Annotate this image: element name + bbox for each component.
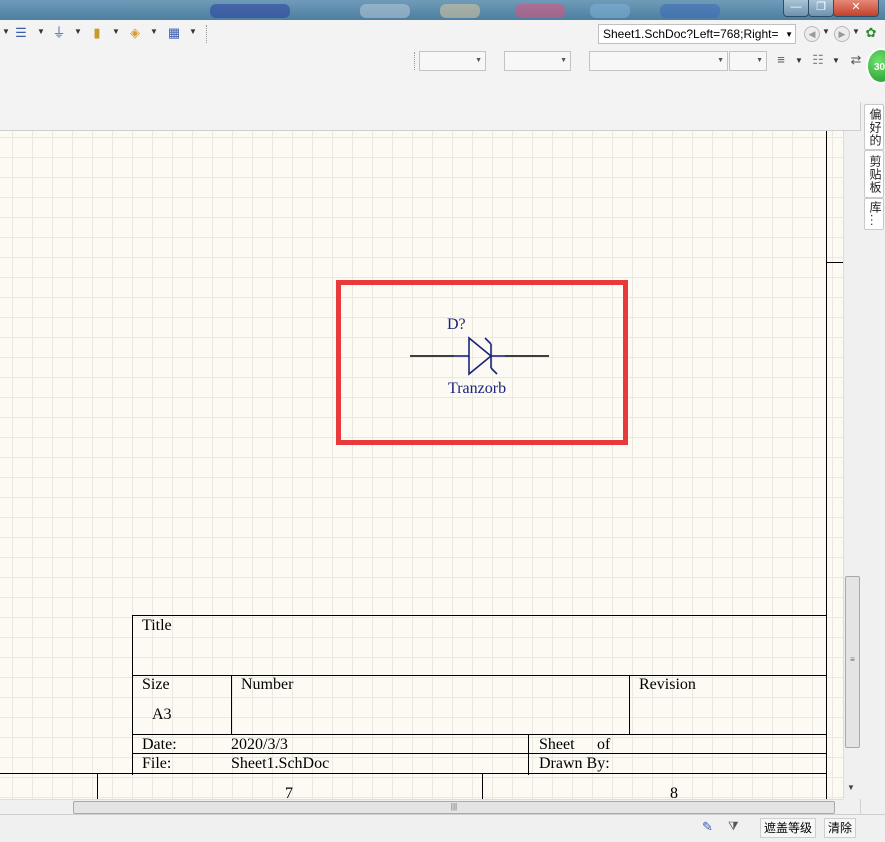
- file-value: Sheet1.SchDoc: [231, 755, 330, 772]
- revision-label: Revision: [639, 676, 696, 693]
- title-row-divider: [132, 675, 826, 676]
- scroll-down-icon[interactable]: ▼: [847, 783, 855, 792]
- chevron-down-icon: ▼: [717, 57, 724, 64]
- side-tab-libraries[interactable]: 库...: [864, 198, 884, 230]
- dropdown-caret-icon[interactable]: ▼: [832, 56, 840, 65]
- zone-divider: [97, 773, 98, 799]
- of-label: of: [597, 736, 611, 753]
- align-icon[interactable]: ≡: [774, 53, 788, 67]
- document-tab-strip: [0, 102, 860, 131]
- horizontal-scroll-thumb[interactable]: |||: [73, 801, 835, 814]
- drawn-by-label: Drawn By:: [539, 755, 610, 772]
- swap-icon[interactable]: ⇄: [849, 53, 863, 67]
- back-icon[interactable]: ◀: [804, 26, 820, 42]
- mask-level-button[interactable]: 遮盖等级: [760, 818, 817, 838]
- chevron-down-icon: ▼: [475, 57, 482, 64]
- dropdown-caret-icon[interactable]: ▼: [822, 27, 830, 36]
- clear-button[interactable]: 清除: [824, 818, 857, 838]
- dropdown-caret-icon[interactable]: ▼: [852, 27, 860, 36]
- title-label: Title: [142, 617, 172, 634]
- dropdown-caret-icon[interactable]: ▼: [112, 27, 120, 36]
- zone-label-8: 8: [670, 785, 678, 799]
- revision-col-divider: [629, 675, 630, 734]
- date-label: Date:: [142, 736, 177, 753]
- ground-port-icon[interactable]: ⏚: [52, 26, 66, 40]
- grid-icon[interactable]: ▦: [167, 26, 181, 40]
- style-combo[interactable]: ▼: [589, 51, 728, 71]
- font-combo[interactable]: ▼: [419, 51, 486, 71]
- file-label: File:: [142, 755, 172, 772]
- bus-entry-icon[interactable]: ☰: [14, 26, 28, 40]
- window-title-bar: — ❐ ✕: [0, 0, 885, 20]
- address-value: Sheet1.SchDoc?Left=768;Right=: [603, 27, 779, 41]
- web-icon[interactable]: ✿: [864, 26, 878, 40]
- sheet-col-divider: [528, 734, 529, 775]
- close-button[interactable]: ✕: [833, 0, 879, 17]
- pencil-icon[interactable]: ✎: [702, 819, 713, 835]
- sheet-label: Sheet: [539, 736, 575, 753]
- dropdown-caret-icon[interactable]: ▼: [2, 27, 10, 36]
- sheet-symbol-icon[interactable]: ◈: [128, 26, 142, 40]
- component-designator[interactable]: D?: [447, 316, 466, 334]
- vertical-scroll-thumb[interactable]: ≡: [845, 576, 860, 748]
- tranzorb-diode-symbol[interactable]: [409, 336, 551, 378]
- zone-divider: [482, 773, 483, 799]
- schematic-canvas[interactable]: D? Tranzorb Title Size A3 Number Revisio…: [0, 131, 843, 799]
- status-bar: ✎ ⧩ 遮盖等级 清除: [0, 814, 885, 842]
- dropdown-caret-icon[interactable]: ▼: [150, 27, 158, 36]
- dropdown-caret-icon[interactable]: ▼: [189, 27, 197, 36]
- component-name[interactable]: Tranzorb: [448, 380, 506, 398]
- sheet-border: [826, 131, 827, 799]
- line-style-icon[interactable]: ☷: [811, 53, 825, 67]
- taskbar-blur: [660, 4, 720, 18]
- size-combo[interactable]: ▼: [504, 51, 571, 71]
- forward-icon[interactable]: ▶: [834, 26, 850, 42]
- toolbar-separator: [206, 25, 209, 43]
- taskbar-blur: [360, 4, 410, 18]
- size-row-divider: [132, 734, 826, 735]
- minimize-button[interactable]: —: [783, 0, 809, 17]
- taskbar-blur: [440, 4, 480, 18]
- zone-row-border: [0, 773, 826, 774]
- vertical-scrollbar[interactable]: ≡ ▼: [843, 131, 861, 799]
- chevron-down-icon: ▼: [756, 57, 763, 64]
- part-icon[interactable]: ▮: [90, 26, 104, 40]
- filter-icon[interactable]: ⧩: [728, 819, 739, 834]
- taskbar-blur: [590, 4, 630, 18]
- side-panel: 偏好的 剪贴板 库...: [860, 102, 885, 814]
- title-block: Title Size A3 Number Revision Date: 2020…: [132, 615, 826, 775]
- chevron-down-icon: ▼: [560, 57, 567, 64]
- size-col-divider: [231, 675, 232, 734]
- taskbar-blur: [515, 4, 565, 18]
- dropdown-caret-icon[interactable]: ▼: [795, 56, 803, 65]
- dropdown-caret-icon[interactable]: ▼: [37, 27, 45, 36]
- side-tab-favorites[interactable]: 偏好的: [864, 104, 884, 150]
- side-tab-clipboard[interactable]: 剪贴板: [864, 150, 884, 198]
- restore-button[interactable]: ❐: [808, 0, 834, 17]
- zoom-combo[interactable]: ▼: [729, 51, 767, 71]
- address-bar[interactable]: Sheet1.SchDoc?Left=768;Right= ▼: [598, 24, 796, 44]
- horizontal-scrollbar[interactable]: |||: [0, 799, 843, 815]
- dropdown-caret-icon[interactable]: ▼: [74, 27, 82, 36]
- size-label: Size: [142, 676, 170, 693]
- zone-label-7: 7: [285, 785, 293, 799]
- taskbar-blur: [210, 4, 290, 18]
- date-value: 2020/3/3: [231, 736, 288, 753]
- zone-tick: [826, 262, 843, 263]
- number-label: Number: [241, 676, 294, 693]
- chevron-down-icon[interactable]: ▼: [785, 25, 793, 43]
- toolbar-separator: [414, 52, 417, 70]
- size-value: A3: [152, 706, 172, 723]
